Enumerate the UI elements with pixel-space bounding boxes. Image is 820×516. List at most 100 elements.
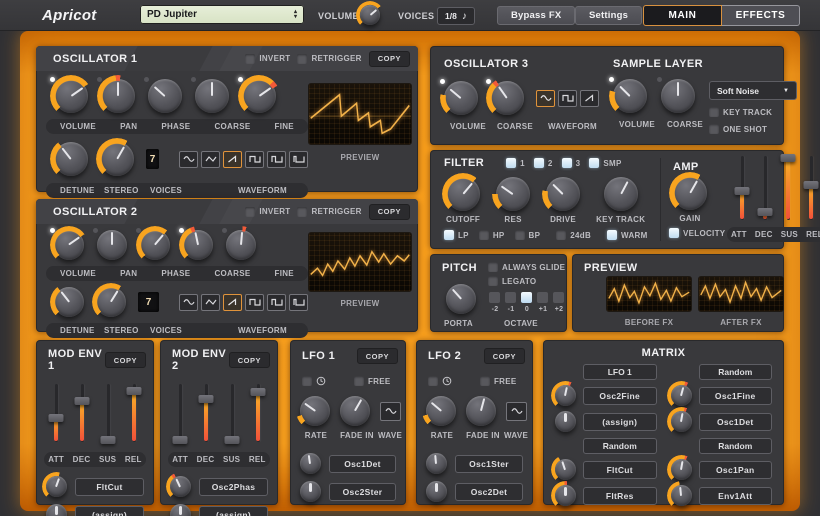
saw-wave-button[interactable] (223, 151, 242, 168)
retrigger-checkbox[interactable] (297, 207, 307, 217)
bp-checkbox[interactable] (515, 230, 525, 240)
24db-checkbox[interactable] (556, 230, 566, 240)
osc2-volume-knob[interactable] (54, 230, 84, 260)
matrix-source-button[interactable]: LFO 1 (583, 364, 657, 380)
osc1-fine-knob[interactable] (242, 79, 276, 113)
sample-select-dropdown[interactable]: Soft Noise▼ (709, 81, 797, 100)
octave-minus2[interactable] (489, 292, 500, 303)
env2-release-slider[interactable] (249, 382, 267, 444)
osc3-volume-knob[interactable] (444, 81, 478, 115)
matrix-target[interactable]: (assign) (583, 413, 657, 431)
lfo2-sync-checkbox[interactable] (428, 376, 438, 386)
lfo2-fadein-knob[interactable] (466, 396, 496, 426)
sample-volume-knob[interactable] (613, 79, 647, 113)
velocity-checkbox[interactable] (669, 228, 679, 238)
osc1-stereo-knob[interactable] (100, 142, 134, 176)
env2-amount2-knob[interactable] (170, 504, 191, 516)
lfo1-wave-button[interactable] (380, 402, 401, 421)
sine-wave-button[interactable] (179, 294, 198, 311)
lfo1-sync-checkbox[interactable] (302, 376, 312, 386)
drive-knob[interactable] (546, 177, 580, 211)
matrix-amount-knob[interactable] (555, 385, 576, 406)
env2-target1[interactable]: Osc2Phas (199, 478, 268, 496)
matrix-target[interactable]: Osc1Det (699, 413, 773, 431)
env1-release-slider[interactable] (125, 382, 143, 444)
env1-amount2-knob[interactable] (46, 504, 67, 516)
invert-checkbox[interactable] (245, 54, 255, 64)
matrix-target[interactable]: FltRes (583, 487, 657, 505)
osc2-voices-value[interactable]: 7 (138, 292, 159, 312)
porta-knob[interactable] (446, 284, 476, 314)
osc2-coarse-knob[interactable] (183, 230, 213, 260)
amp-attack-slider[interactable] (733, 154, 751, 222)
lfo1-rate-knob[interactable] (300, 396, 330, 426)
pulse25-wave-button[interactable] (267, 151, 286, 168)
matrix-target[interactable]: Osc1Pan (699, 461, 773, 479)
pulse25-wave-button[interactable] (267, 294, 286, 311)
lp-checkbox[interactable] (444, 230, 454, 240)
master-volume-knob[interactable] (360, 5, 380, 25)
matrix-target[interactable]: FltCut (583, 461, 657, 479)
env1-target2[interactable]: (assign) (75, 506, 144, 516)
tab-main[interactable]: MAIN (643, 5, 722, 26)
square-wave-button[interactable] (245, 151, 264, 168)
key-track-checkbox[interactable] (709, 107, 719, 117)
amp-release-slider[interactable] (802, 154, 820, 222)
osc2-phase-knob[interactable] (140, 230, 170, 260)
lfo1-target2[interactable]: Osc2Ster (329, 483, 396, 501)
octave-plus1[interactable] (537, 292, 548, 303)
settings-button[interactable]: Settings (575, 6, 642, 25)
osc1-volume-knob[interactable] (54, 79, 88, 113)
saw-wave-button[interactable] (223, 294, 242, 311)
lfo1-target1[interactable]: Osc1Det (329, 455, 396, 473)
sine-wave-button[interactable] (536, 90, 555, 107)
lfo1-fadein-knob[interactable] (340, 396, 370, 426)
lfo2-rate-knob[interactable] (426, 396, 456, 426)
square-wave-button[interactable] (245, 294, 264, 311)
copy-button[interactable]: COPY (105, 352, 146, 368)
filter-smp-checkbox[interactable] (589, 158, 599, 168)
env2-target2[interactable]: (assign) (199, 506, 268, 516)
env2-amount1-knob[interactable] (170, 476, 191, 497)
matrix-source-button[interactable]: Random (699, 364, 773, 380)
preset-stepper-icon[interactable]: ▴▾ (294, 10, 297, 19)
octave-plus2[interactable] (553, 292, 564, 303)
copy-button[interactable]: COPY (369, 204, 410, 220)
lfo1-amount2-knob[interactable] (300, 481, 321, 502)
matrix-amount-knob[interactable] (671, 459, 692, 480)
retrigger-checkbox[interactable] (297, 54, 307, 64)
preset-selector[interactable]: PD Jupiter ▴▾ (140, 5, 304, 24)
lfo2-amount1-knob[interactable] (426, 453, 447, 474)
bypass-fx-button[interactable]: Bypass FX (497, 6, 575, 25)
matrix-amount-knob[interactable] (671, 385, 692, 406)
copy-button[interactable]: COPY (369, 51, 410, 67)
key-track-knob[interactable] (604, 177, 638, 211)
lfo2-amount2-knob[interactable] (426, 481, 447, 502)
osc1-detune-knob[interactable] (54, 142, 88, 176)
amp-decay-slider[interactable] (756, 154, 774, 222)
triangle-wave-button[interactable] (201, 294, 220, 311)
osc2-pan-knob[interactable] (97, 230, 127, 260)
octave-minus1[interactable] (505, 292, 516, 303)
gain-knob[interactable] (673, 176, 707, 210)
filter-osc3-checkbox[interactable] (562, 158, 572, 168)
matrix-target[interactable]: Osc2Fine (583, 387, 657, 405)
matrix-amount-knob[interactable] (555, 485, 576, 506)
matrix-amount-knob[interactable] (671, 485, 692, 506)
env2-attack-slider[interactable] (171, 382, 189, 444)
matrix-amount-knob[interactable] (555, 459, 576, 480)
matrix-target[interactable]: Env1Att (699, 487, 773, 505)
filter-osc2-checkbox[interactable] (534, 158, 544, 168)
osc1-pan-knob[interactable] (101, 79, 135, 113)
lfo2-free-checkbox[interactable] (480, 376, 490, 386)
matrix-amount-knob[interactable] (671, 411, 692, 432)
hp-checkbox[interactable] (479, 230, 489, 240)
copy-button[interactable]: COPY (357, 348, 398, 364)
sine-wave-button[interactable] (179, 151, 198, 168)
osc1-phase-knob[interactable] (148, 79, 182, 113)
lfo2-target2[interactable]: Osc2Det (455, 483, 523, 501)
env1-decay-slider[interactable] (73, 382, 91, 444)
octave-zero[interactable] (521, 292, 532, 303)
filter-osc1-checkbox[interactable] (506, 158, 516, 168)
matrix-source-button[interactable]: Random (699, 438, 773, 454)
